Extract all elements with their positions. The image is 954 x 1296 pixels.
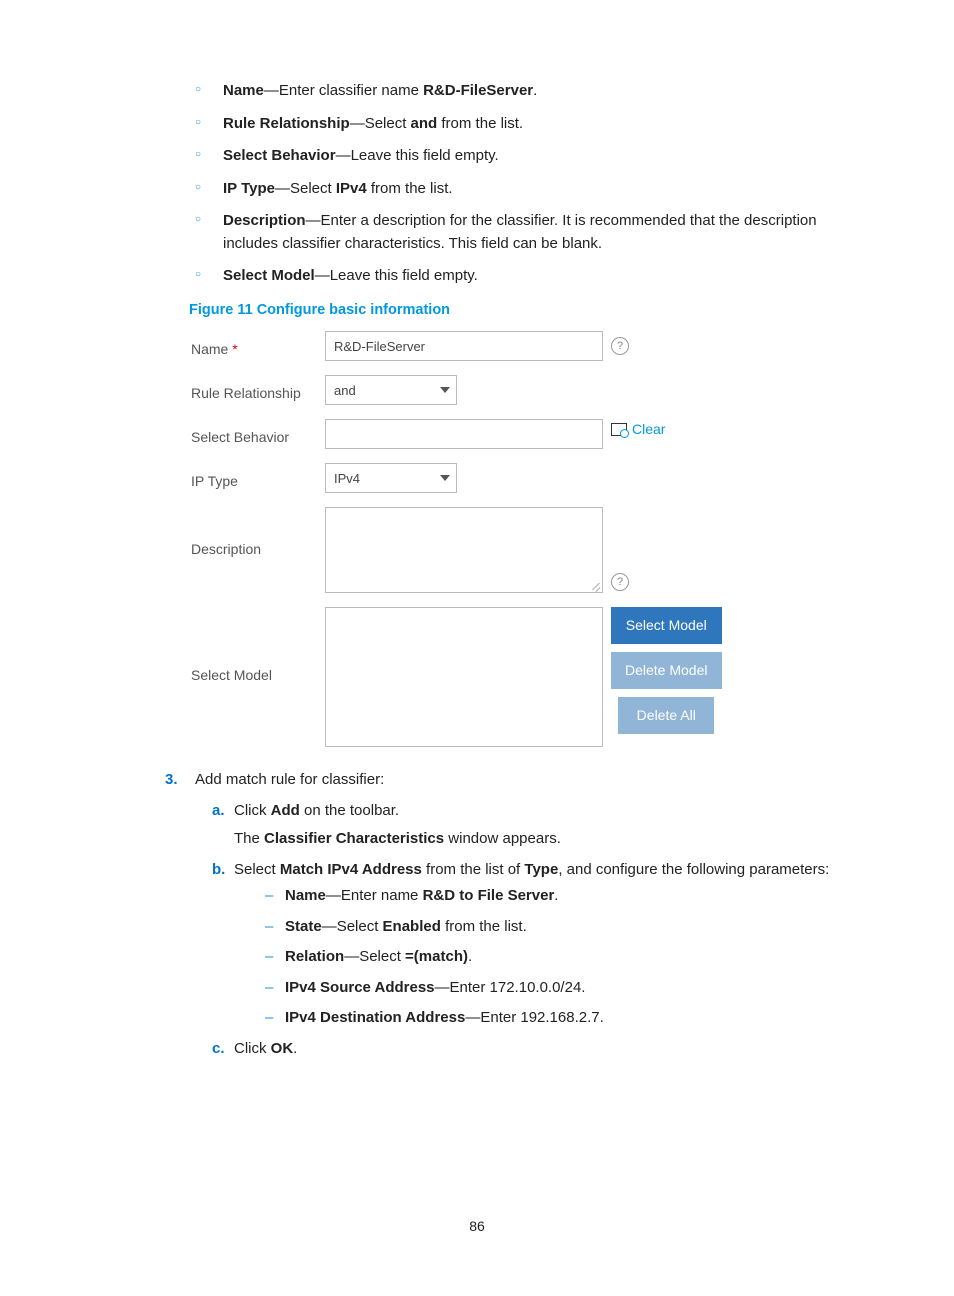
delete-model-button[interactable]: Delete Model	[611, 652, 722, 689]
rule-relationship-select[interactable]: and	[325, 375, 457, 405]
figure-form: Name * ? Rule Relationship and Select Be…	[191, 331, 854, 747]
param-relation: Relation—Select =(match).	[265, 946, 854, 969]
chevron-down-icon	[440, 387, 450, 393]
field-desc-name: Name—Enter classifier name R&D-FileServe…	[195, 80, 854, 103]
select-behavior-input[interactable]	[325, 419, 603, 449]
help-icon[interactable]: ?	[611, 337, 629, 355]
select-model-label: Select Model	[191, 607, 325, 686]
help-icon[interactable]: ?	[611, 573, 629, 591]
page-number: 86	[0, 1218, 954, 1234]
field-desc-rule: Rule Relationship—Select and from the li…	[195, 113, 854, 136]
step-3: 3.Add match rule for classifier: a.Click…	[195, 769, 854, 1060]
substep-b: b.Select Match IPv4 Address from the lis…	[217, 859, 854, 882]
description-textarea[interactable]	[325, 507, 603, 593]
param-name: Name—Enter name R&D to File Server.	[265, 885, 854, 908]
field-desc-model: Select Model—Leave this field empty.	[195, 265, 854, 288]
clear-icon	[611, 423, 627, 436]
clear-link[interactable]: Clear	[611, 419, 665, 440]
select-behavior-label: Select Behavior	[191, 419, 325, 448]
field-desc-description: Description—Enter a description for the …	[195, 210, 854, 255]
ip-type-select[interactable]: IPv4	[325, 463, 457, 493]
param-dest-address: IPv4 Destination Address—Enter 192.168.2…	[265, 1007, 854, 1030]
param-state: State—Select Enabled from the list.	[265, 916, 854, 939]
ip-type-label: IP Type	[191, 463, 325, 492]
name-label: Name *	[191, 331, 325, 360]
substep-a: a.Click Add on the toolbar.	[217, 800, 854, 823]
select-model-listbox[interactable]	[325, 607, 603, 747]
field-description-list: Name—Enter classifier name R&D-FileServe…	[195, 80, 854, 288]
select-model-button[interactable]: Select Model	[611, 607, 722, 644]
figure-caption: Figure 11 Configure basic information	[189, 300, 854, 322]
chevron-down-icon	[440, 475, 450, 481]
substep-c: c.Click OK.	[217, 1038, 854, 1061]
field-desc-behavior: Select Behavior—Leave this field empty.	[195, 145, 854, 168]
delete-all-button[interactable]: Delete All	[618, 697, 714, 734]
resize-handle-icon[interactable]	[592, 582, 600, 590]
step-number: 3.	[165, 769, 195, 792]
field-desc-iptype: IP Type—Select IPv4 from the list.	[195, 178, 854, 201]
substep-a-note: The Classifier Characteristics window ap…	[234, 828, 854, 851]
rule-relationship-label: Rule Relationship	[191, 375, 325, 404]
parameter-list: Name—Enter name R&D to File Server. Stat…	[265, 885, 854, 1030]
description-label: Description	[191, 507, 325, 560]
name-input[interactable]	[325, 331, 603, 361]
param-source-address: IPv4 Source Address—Enter 172.10.0.0/24.	[265, 977, 854, 1000]
